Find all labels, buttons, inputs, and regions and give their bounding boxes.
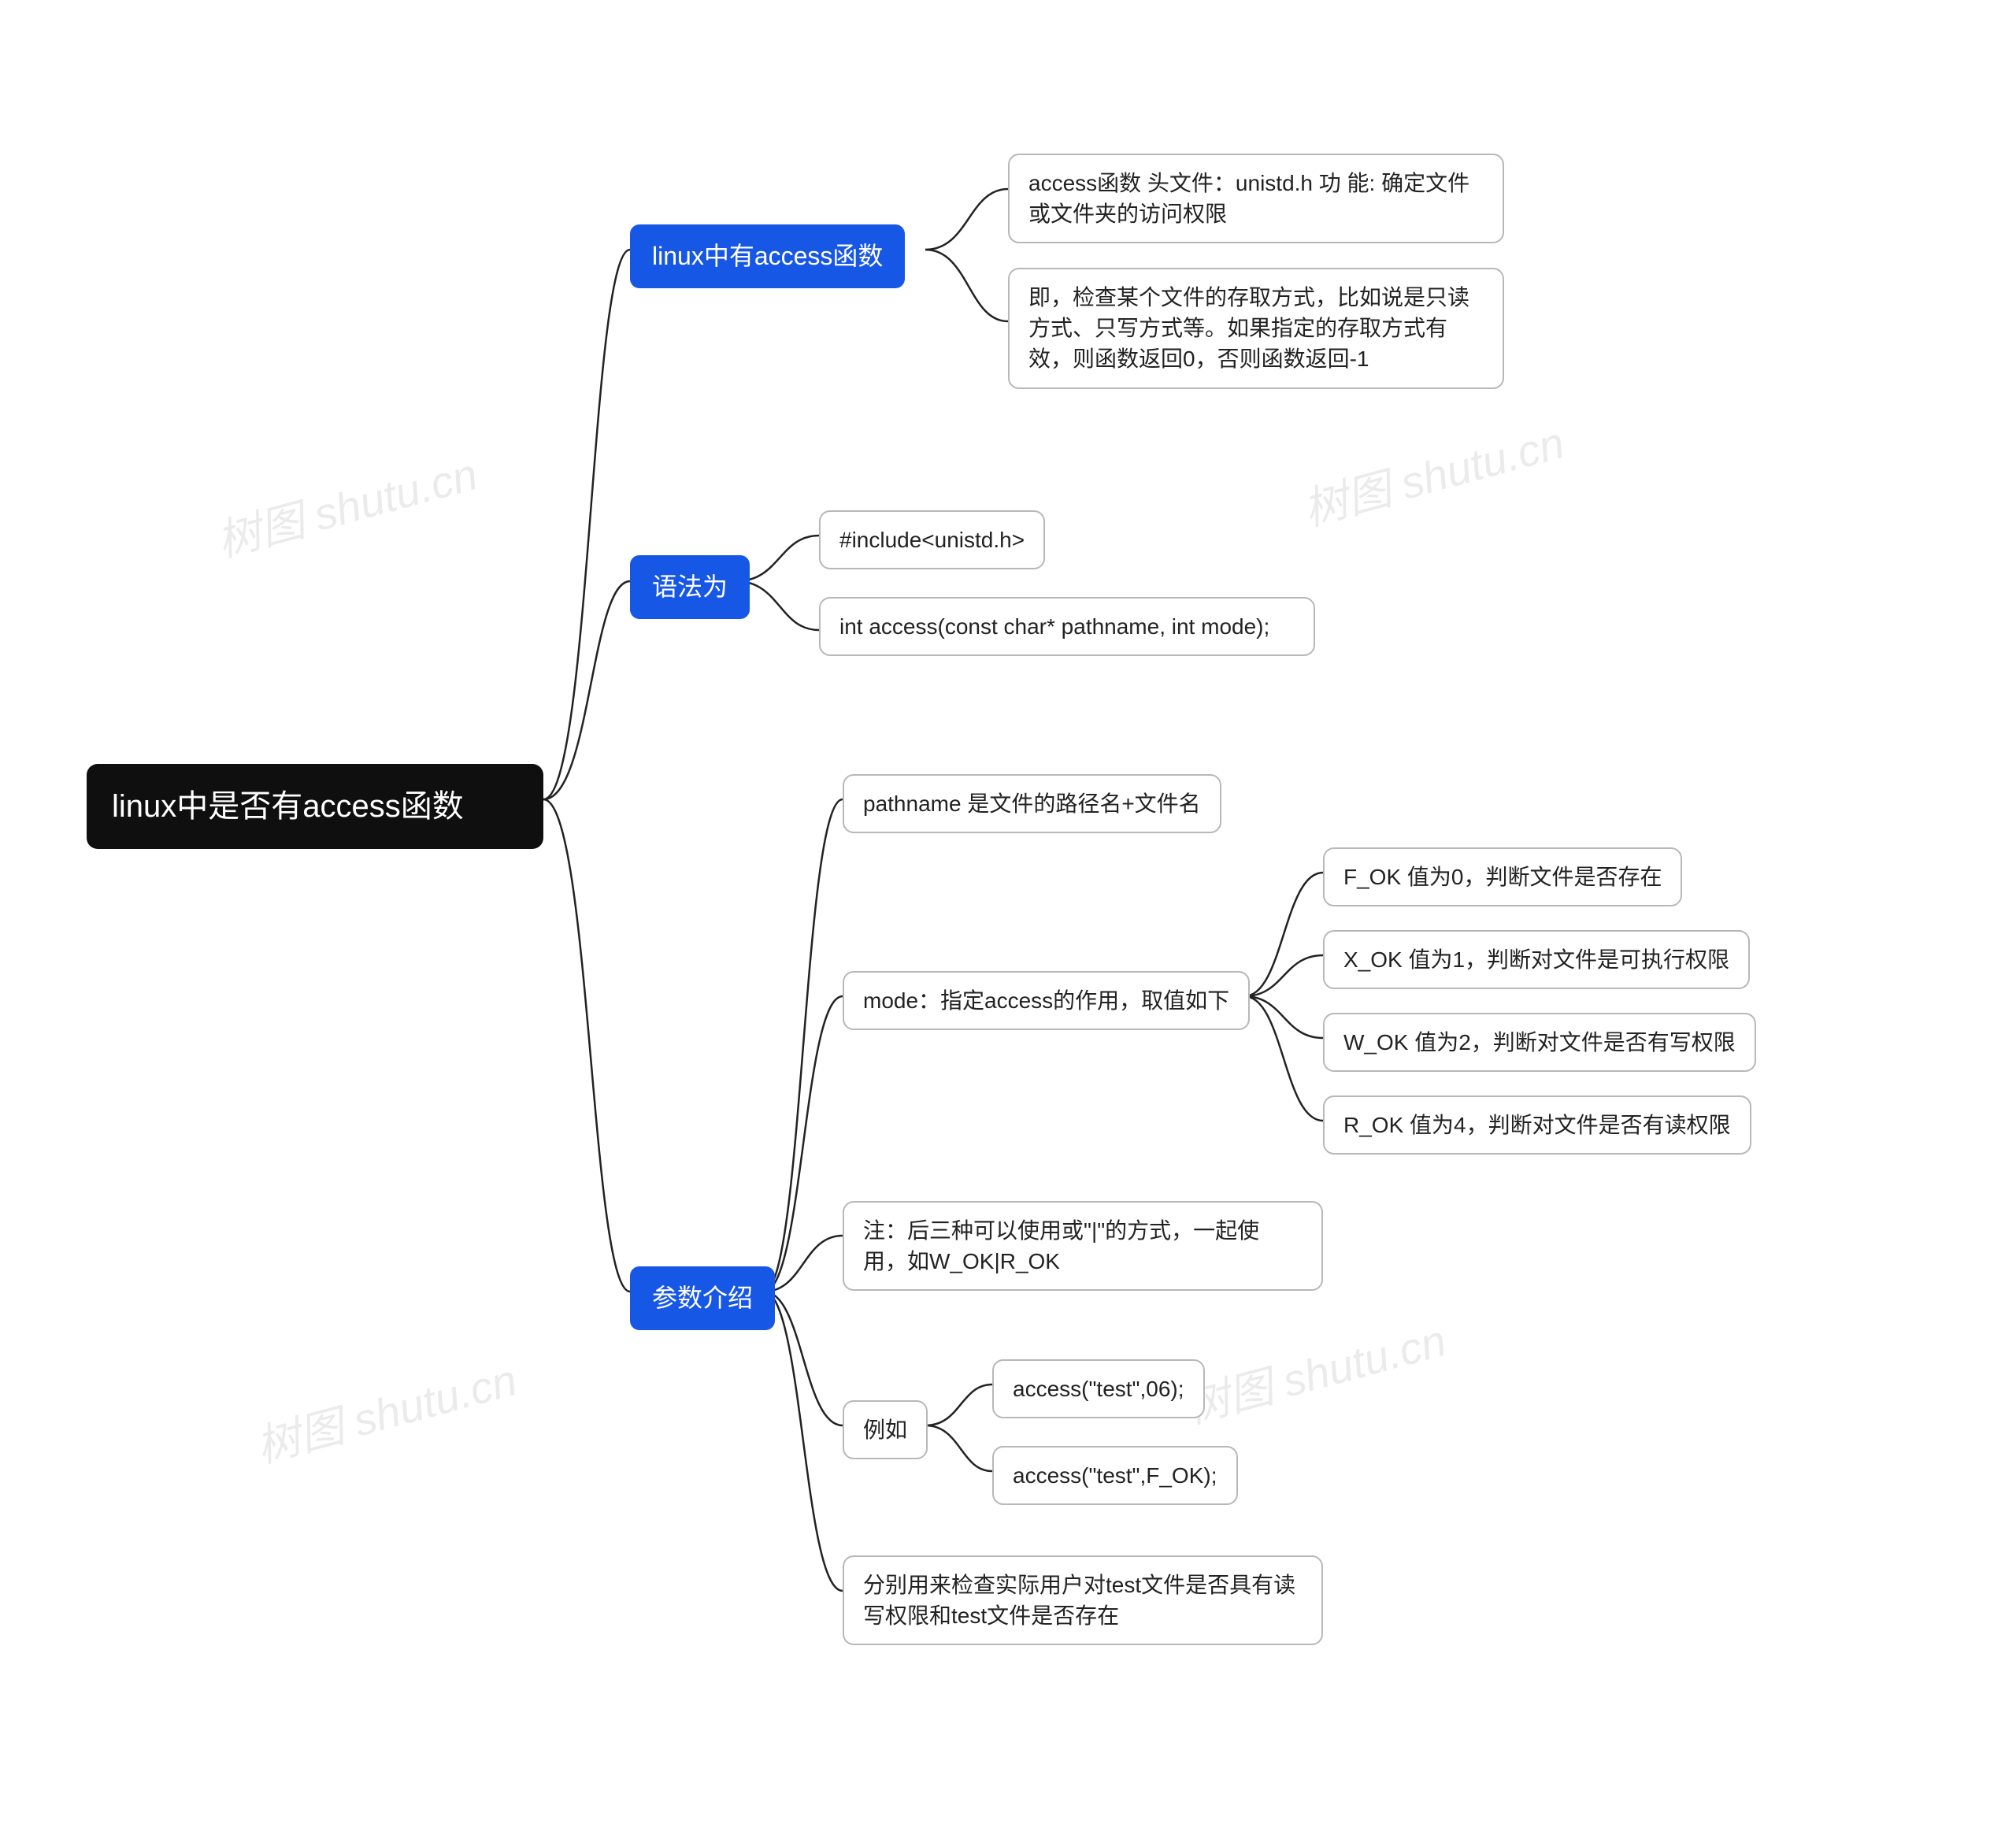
watermark: 树图 shutu.cn: [1295, 407, 1570, 538]
watermark: 树图 shutu.cn: [248, 1344, 523, 1475]
leaf-example-2: access("test",F_OK);: [992, 1446, 1238, 1505]
leaf-pathname: pathname 是文件的路径名+文件名: [843, 774, 1221, 833]
leaf-access-desc: 即，检查某个文件的存取方式，比如说是只读方式、只写方式等。如果指定的存取方式有效…: [1008, 268, 1504, 389]
branch-params[interactable]: 参数介绍: [630, 1266, 775, 1330]
root-node[interactable]: linux中是否有access函数: [87, 764, 543, 849]
leaf-access-header: access函数 头文件：unistd.h 功 能: 确定文件或文件夹的访问权限: [1008, 154, 1504, 243]
leaf-include: #include<unistd.h>: [819, 510, 1045, 569]
leaf-wok: W_OK 值为2，判断对文件是否有写权限: [1323, 1013, 1756, 1072]
watermark: 树图 shutu.cn: [209, 439, 484, 569]
leaf-fok: F_OK 值为0，判断文件是否存在: [1323, 847, 1682, 906]
leaf-example-1: access("test",06);: [992, 1359, 1205, 1418]
leaf-xok: X_OK 值为1，判断对文件是可执行权限: [1323, 930, 1750, 989]
branch-linux-access[interactable]: linux中有access函数: [630, 224, 905, 288]
leaf-note: 注：后三种可以使用或"|"的方式，一起使用，如W_OK|R_OK: [843, 1201, 1323, 1291]
branch-syntax[interactable]: 语法为: [630, 555, 750, 619]
leaf-explain: 分别用来检查实际用户对test文件是否具有读写权限和test文件是否存在: [843, 1555, 1323, 1645]
watermark: 树图 shutu.cn: [1177, 1305, 1452, 1436]
leaf-example-label: 例如: [843, 1400, 928, 1459]
leaf-rok: R_OK 值为4，判断对文件是否有读权限: [1323, 1095, 1751, 1155]
leaf-mode: mode：指定access的作用，取值如下: [843, 971, 1250, 1030]
leaf-signature: int access(const char* pathname, int mod…: [819, 597, 1315, 656]
